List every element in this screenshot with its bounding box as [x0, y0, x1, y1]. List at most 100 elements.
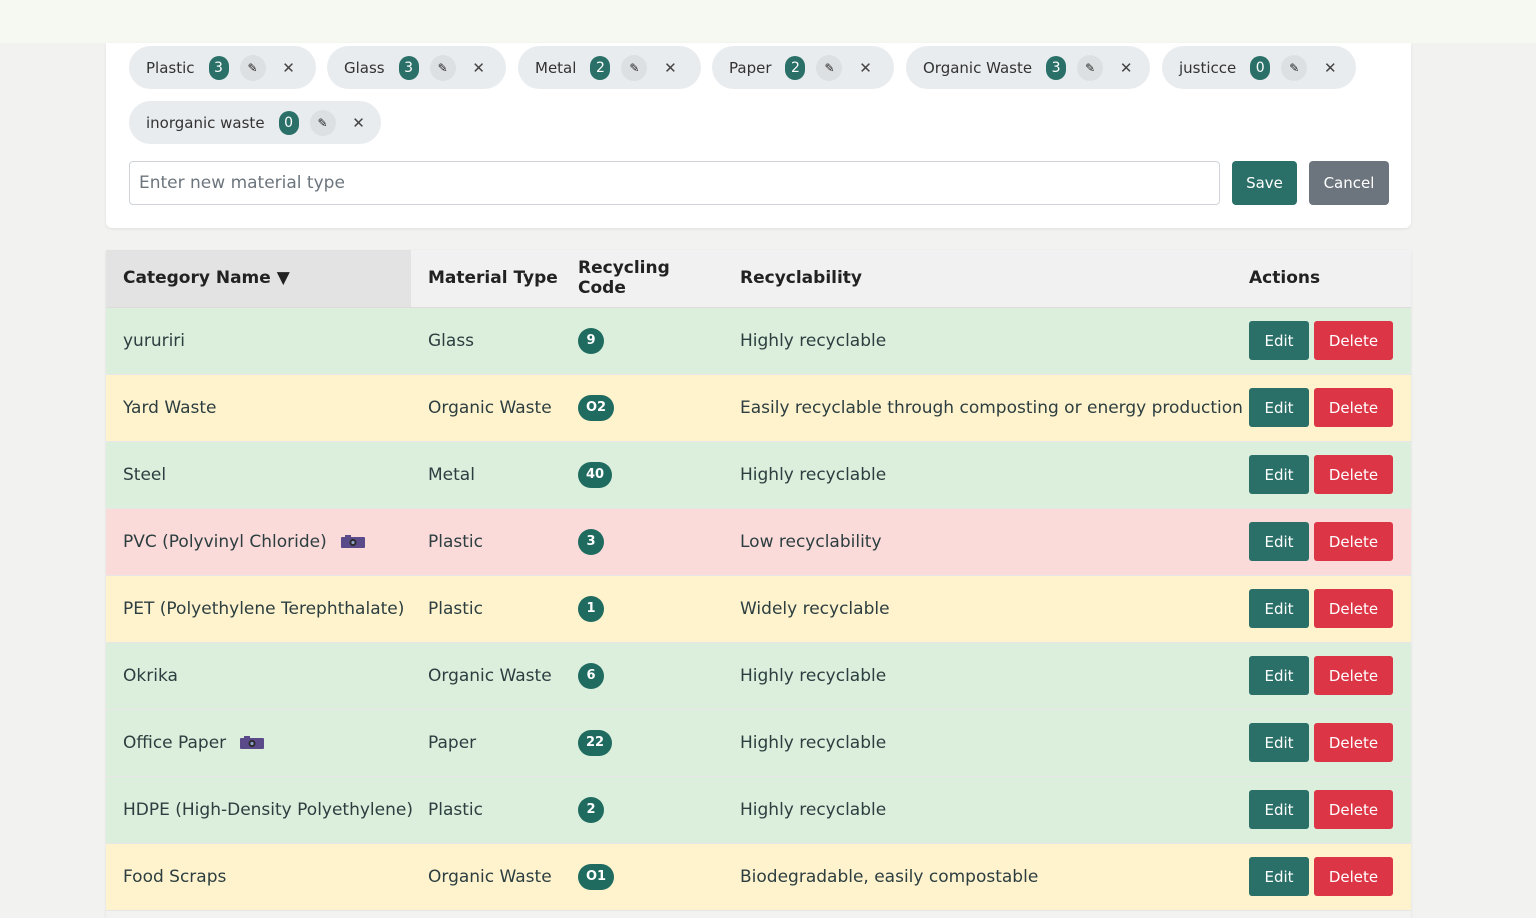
chip-justicce: justicce 0 ✎ ✕	[1162, 46, 1356, 89]
chip-organic-waste: Organic Waste 3 ✎ ✕	[906, 46, 1150, 89]
material-type-cell: Plastic	[411, 508, 561, 576]
edit-button[interactable]: Edit	[1249, 388, 1309, 427]
edit-button[interactable]: Edit	[1249, 790, 1309, 829]
header-actions: Actions	[1232, 250, 1411, 308]
pencil-icon[interactable]: ✎	[1077, 54, 1104, 81]
recycling-code-cell: O1	[561, 843, 723, 911]
camera-icon[interactable]	[340, 534, 365, 548]
pencil-icon[interactable]: ✎	[621, 54, 648, 81]
category-name: Yard Waste	[123, 397, 217, 418]
material-type-cell: Organic Waste	[411, 374, 561, 442]
pencil-icon[interactable]: ✎	[816, 54, 843, 81]
chip-label: Plastic	[146, 58, 195, 77]
recyclability-cell: Highly recyclable	[723, 776, 1232, 844]
chip-plastic: Plastic 3 ✎ ✕	[129, 46, 316, 89]
table-row: Office Paper Paper 22 Highly recyclable …	[106, 709, 1411, 777]
category-name: HDPE (High-Density Polyethylene)	[123, 799, 413, 820]
actions-cell: Edit Delete	[1232, 575, 1411, 643]
actions-cell: Edit Delete	[1232, 709, 1411, 777]
delete-button[interactable]: Delete	[1314, 790, 1393, 829]
recycling-code-cell: 6	[561, 642, 723, 710]
table-row: PET (Polyethylene Terephthalate) Plastic…	[106, 575, 1411, 643]
delete-button[interactable]: Delete	[1314, 656, 1393, 695]
edit-button[interactable]: Edit	[1249, 656, 1309, 695]
actions-cell: Edit Delete	[1232, 642, 1411, 710]
edit-button[interactable]: Edit	[1249, 857, 1309, 896]
recyclability-cell: Easily recyclable through composting or …	[723, 374, 1243, 442]
recycling-code-badge: 2	[578, 796, 604, 823]
recycling-code-badge: O1	[578, 863, 615, 890]
table-row: Okrika Organic Waste 6 Highly recyclable…	[106, 642, 1411, 710]
delete-button[interactable]: Delete	[1314, 723, 1393, 762]
actions-cell: Edit Delete	[1232, 307, 1411, 375]
recyclability-cell: Low recyclability	[723, 508, 1232, 576]
header-material-type[interactable]: Material Type	[411, 250, 561, 308]
cancel-button[interactable]: Cancel	[1309, 161, 1389, 205]
new-material-type-input[interactable]	[129, 161, 1220, 205]
recyclability-cell: Highly recyclable	[723, 709, 1232, 777]
header-category-name[interactable]: Category Name ▼	[106, 250, 411, 308]
edit-button[interactable]: Edit	[1249, 522, 1309, 561]
header-recyclability[interactable]: Recyclability	[723, 250, 1232, 308]
material-type-cell: Plastic	[411, 776, 561, 844]
delete-button[interactable]: Delete	[1314, 522, 1393, 561]
chip-count-badge: 3	[208, 55, 229, 80]
edit-button[interactable]: Edit	[1249, 321, 1309, 360]
table-row: HDPE (High-Density Polyethylene) Plastic…	[106, 776, 1411, 844]
category-name-cell: Okrika	[106, 642, 411, 710]
delete-button[interactable]: Delete	[1314, 589, 1393, 628]
category-name-cell: Yard Waste	[106, 374, 411, 442]
material-type-cell: Organic Waste	[411, 642, 561, 710]
close-icon[interactable]: ✕	[657, 55, 683, 81]
table-row: PVC (Polyvinyl Chloride) Plastic 3 Low r…	[106, 508, 1411, 576]
material-type-cell: Paper	[411, 709, 561, 777]
recyclability-cell: Highly recyclable	[723, 307, 1232, 375]
recycling-code-cell: O2	[561, 374, 723, 442]
edit-button[interactable]: Edit	[1249, 455, 1309, 494]
category-name-cell: yururiri	[106, 307, 411, 375]
save-button[interactable]: Save	[1232, 161, 1297, 205]
recyclability-cell: Highly recyclable	[723, 642, 1232, 710]
close-icon[interactable]: ✕	[852, 55, 878, 81]
top-bar	[0, 0, 1536, 43]
categories-table-container: Category Name ▼ Material Type Recycling …	[106, 250, 1411, 918]
chip-count-badge: 0	[1250, 55, 1271, 80]
pencil-icon[interactable]: ✎	[309, 109, 336, 136]
pencil-icon[interactable]: ✎	[239, 54, 266, 81]
chip-label: Glass	[344, 58, 385, 77]
chip-count-badge: 0	[278, 110, 299, 135]
close-icon[interactable]: ✕	[346, 110, 372, 136]
delete-button[interactable]: Delete	[1314, 321, 1393, 360]
recyclability-cell: Highly recyclable	[723, 441, 1232, 509]
actions-cell: Edit Delete	[1232, 843, 1411, 911]
recycling-code-badge: 40	[578, 461, 613, 488]
recycling-code-badge: 22	[578, 729, 613, 756]
close-icon[interactable]: ✕	[276, 55, 302, 81]
delete-button[interactable]: Delete	[1314, 388, 1393, 427]
delete-button[interactable]: Delete	[1314, 857, 1393, 896]
chip-metal: Metal 2 ✎ ✕	[518, 46, 701, 89]
camera-icon[interactable]	[240, 735, 265, 749]
pencil-icon[interactable]: ✎	[429, 54, 456, 81]
recycling-code-badge: 1	[578, 595, 604, 622]
pencil-icon[interactable]: ✎	[1281, 54, 1308, 81]
close-icon[interactable]: ✕	[1113, 55, 1139, 81]
material-types-panel: Plastic 3 ✎ ✕ Glass 3 ✎ ✕ Metal 2 ✎ ✕ Pa…	[106, 43, 1411, 228]
table-row: Yard Waste Organic Waste O2 Easily recyc…	[106, 374, 1411, 442]
chip-label: Organic Waste	[923, 58, 1033, 77]
header-recycling-code[interactable]: Recycling Code	[561, 250, 723, 308]
close-icon[interactable]: ✕	[466, 55, 492, 81]
delete-button[interactable]: Delete	[1314, 455, 1393, 494]
material-type-cell: Glass	[411, 307, 561, 375]
category-name-cell: PET (Polyethylene Terephthalate)	[106, 575, 411, 643]
category-name: Office Paper	[123, 732, 227, 753]
recycling-code-badge: O2	[578, 394, 615, 421]
edit-button[interactable]: Edit	[1249, 589, 1309, 628]
close-icon[interactable]: ✕	[1317, 55, 1343, 81]
recycling-code-cell: 9	[561, 307, 723, 375]
chip-paper: Paper 2 ✎ ✕	[712, 46, 894, 89]
material-type-cell: Plastic	[411, 575, 561, 643]
edit-button[interactable]: Edit	[1249, 723, 1309, 762]
table-row: yururiri Glass 9 Highly recyclable Edit D…	[106, 307, 1411, 375]
categories-table: Category Name ▼ Material Type Recycling …	[106, 250, 1411, 911]
